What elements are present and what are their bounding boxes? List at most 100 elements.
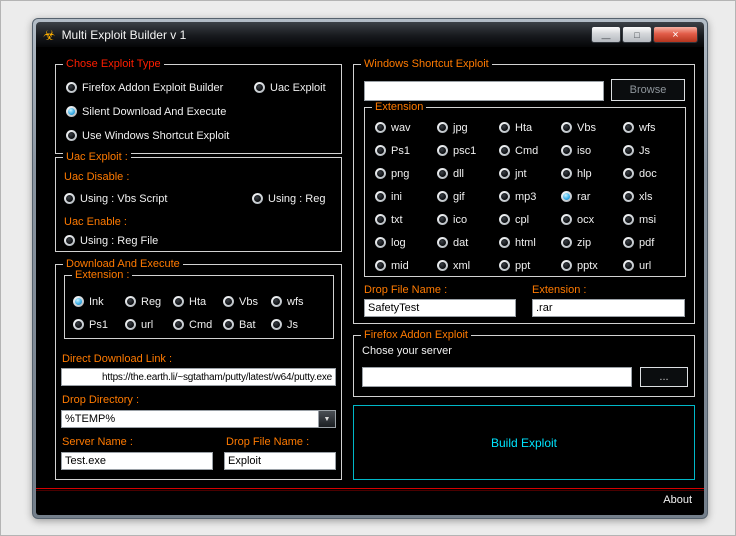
extension-radio[interactable]: jpg xyxy=(437,121,499,134)
radio-uac-disable-vbs-script[interactable]: Using : Vbs Script xyxy=(64,192,252,205)
radio-label: url xyxy=(141,318,154,331)
extension-radio[interactable]: Vbs xyxy=(561,121,623,134)
radio-label: html xyxy=(515,236,536,249)
extension-radio[interactable]: wfs xyxy=(623,121,685,134)
radio-firefox-addon-exploit-builder[interactable]: Firefox Addon Exploit Builder xyxy=(66,81,254,94)
radio-icon xyxy=(437,237,448,248)
radio-icon xyxy=(66,82,77,93)
radio-label: Ink xyxy=(89,295,104,308)
drop-file-name-input[interactable]: Exploit xyxy=(224,452,336,470)
exploit-type-group-title: Chose Exploit Type xyxy=(63,58,164,71)
radio-icon xyxy=(561,260,572,271)
browse-button[interactable]: Browse xyxy=(611,79,685,101)
extension-radio[interactable]: Js xyxy=(623,144,685,157)
radio-icon xyxy=(271,296,282,307)
radio-icon xyxy=(375,214,386,225)
extension-radio[interactable]: msi xyxy=(623,213,685,226)
extension-radio[interactable]: mid xyxy=(375,259,437,272)
server-name-label: Server Name : xyxy=(62,436,133,448)
shortcut-extension-input[interactable]: .rar xyxy=(532,299,685,317)
maximize-button[interactable]: □ xyxy=(622,26,652,43)
radio-icon xyxy=(437,145,448,156)
chevron-down-icon[interactable]: ▼ xyxy=(318,411,335,427)
firefox-server-input[interactable] xyxy=(362,367,632,387)
radio-icon xyxy=(223,296,234,307)
radio-label: jpg xyxy=(453,121,468,134)
extension-radio[interactable]: ico xyxy=(437,213,499,226)
extension-radio[interactable]: Bat xyxy=(223,318,271,331)
radio-label: mp3 xyxy=(515,190,537,203)
extension-radio[interactable]: Reg xyxy=(125,295,173,308)
extension-radio[interactable]: Ps1 xyxy=(375,144,437,157)
radio-label: rar xyxy=(577,190,591,203)
extension-radio[interactable]: doc xyxy=(623,167,685,180)
extension-radio[interactable]: dll xyxy=(437,167,499,180)
extension-radio[interactable]: log xyxy=(375,236,437,249)
extension-radio[interactable]: xml xyxy=(437,259,499,272)
extension-radio[interactable]: mp3 xyxy=(499,190,561,203)
window-title: Multi Exploit Builder v 1 xyxy=(61,27,187,42)
extension-radio[interactable]: Vbs xyxy=(223,295,271,308)
extension-radio[interactable]: hlp xyxy=(561,167,623,180)
radio-icon xyxy=(375,168,386,179)
extension-radio[interactable]: jnt xyxy=(499,167,561,180)
extension-radio[interactable]: wav xyxy=(375,121,437,134)
radio-icon xyxy=(499,260,510,271)
close-button[interactable]: × xyxy=(653,26,698,43)
radio-use-windows-shortcut-exploit[interactable]: Use Windows Shortcut Exploit xyxy=(66,129,229,142)
extension-radio[interactable]: url xyxy=(125,318,173,331)
extension-radio[interactable]: zip xyxy=(561,236,623,249)
extension-radio[interactable]: Hta xyxy=(499,121,561,134)
shortcut-file-input[interactable] xyxy=(364,81,604,101)
extension-radio[interactable]: txt xyxy=(375,213,437,226)
extension-radio[interactable]: ppt xyxy=(499,259,561,272)
radio-uac-disable-reg[interactable]: Using : Reg xyxy=(252,192,325,205)
radio-uac-exploit[interactable]: Uac Exploit xyxy=(254,81,326,94)
server-name-input[interactable]: Test.exe xyxy=(61,452,213,470)
minimize-icon: — xyxy=(601,32,611,43)
extension-radio[interactable]: url xyxy=(623,259,685,272)
radio-icon xyxy=(254,82,265,93)
radio-silent-download-and-execute[interactable]: Silent Download And Execute xyxy=(66,105,226,118)
extension-radio[interactable]: Hta xyxy=(173,295,223,308)
extension-radio[interactable]: rar xyxy=(561,190,623,203)
extension-radio[interactable]: ocx xyxy=(561,213,623,226)
extension-radio[interactable]: iso xyxy=(561,144,623,157)
build-exploit-button[interactable]: Build Exploit xyxy=(353,405,695,480)
titlebar[interactable]: ☣ Multi Exploit Builder v 1 — □ × xyxy=(36,22,704,47)
extension-radio[interactable]: html xyxy=(499,236,561,249)
extension-radio[interactable]: cpl xyxy=(499,213,561,226)
radio-label: Using : Reg xyxy=(268,192,326,205)
extension-radio[interactable]: Cmd xyxy=(499,144,561,157)
server-browse-button[interactable]: ... xyxy=(640,367,688,387)
radio-icon xyxy=(66,106,77,117)
extension-radio[interactable]: wfs xyxy=(271,295,331,308)
extension-radio[interactable]: Ink xyxy=(73,295,125,308)
extension-radio[interactable]: Cmd xyxy=(173,318,223,331)
radio-label: xls xyxy=(639,190,653,203)
radio-label: Vbs xyxy=(577,121,596,134)
drop-directory-combobox[interactable]: %TEMP% ▼ xyxy=(61,410,336,428)
about-link[interactable]: About xyxy=(663,494,692,506)
radio-icon xyxy=(561,168,572,179)
extension-radio[interactable]: xls xyxy=(623,190,685,203)
minimize-button[interactable]: — xyxy=(591,26,621,43)
extension-radio[interactable]: gif xyxy=(437,190,499,203)
radio-icon xyxy=(437,168,448,179)
radio-icon xyxy=(64,235,75,246)
browse-button-label: Browse xyxy=(629,84,667,96)
extension-radio[interactable]: pdf xyxy=(623,236,685,249)
extension-radio[interactable]: pptx xyxy=(561,259,623,272)
extension-radio[interactable]: ini xyxy=(375,190,437,203)
radio-icon xyxy=(499,168,510,179)
drop-file-name-value: Exploit xyxy=(228,455,262,467)
extension-radio[interactable]: dat xyxy=(437,236,499,249)
extension-radio[interactable]: Ps1 xyxy=(73,318,125,331)
extension-radio[interactable]: Js xyxy=(271,318,331,331)
shortcut-drop-file-name-input[interactable]: SafetyTest xyxy=(364,299,516,317)
extension-radio[interactable]: png xyxy=(375,167,437,180)
extension-radio[interactable]: psc1 xyxy=(437,144,499,157)
radio-uac-enable-reg-file[interactable]: Using : Reg File xyxy=(64,234,158,247)
shortcut-drop-file-name-label: Drop File Name : xyxy=(364,284,448,296)
direct-download-link-input[interactable]: https://the.earth.li/~sgtatham/putty/lat… xyxy=(61,368,336,386)
